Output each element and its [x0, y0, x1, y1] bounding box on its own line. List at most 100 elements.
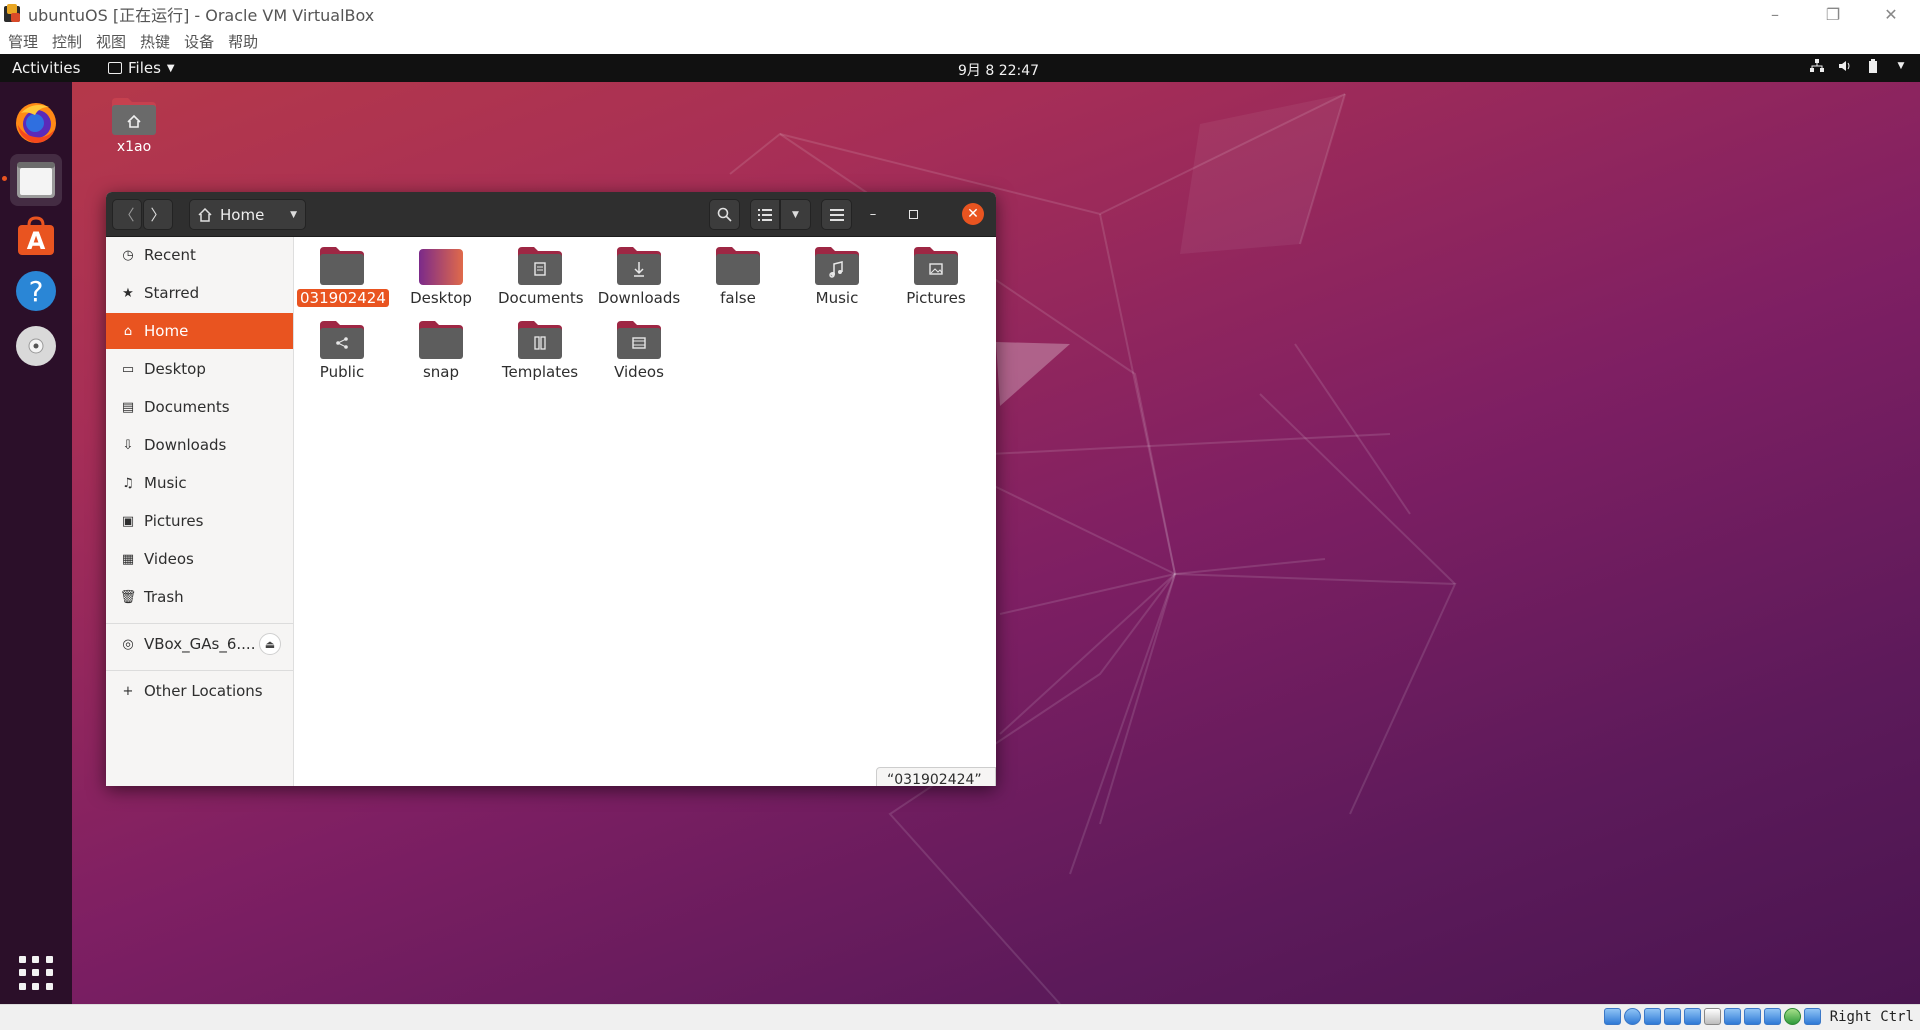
- close-button[interactable]: ✕: [1862, 0, 1920, 28]
- svg-text:A: A: [27, 227, 46, 255]
- sidebar-item-music[interactable]: ♫ Music: [106, 465, 293, 501]
- file-item-snap[interactable]: snap: [396, 319, 486, 381]
- network-adapter-icon[interactable]: [1663, 1008, 1681, 1025]
- sidebar-item-starred[interactable]: ★ Starred: [106, 275, 293, 311]
- file-item-public[interactable]: Public: [297, 319, 387, 381]
- window-minimize-button[interactable]: –: [862, 203, 884, 225]
- menu-manage[interactable]: 管理: [8, 31, 38, 52]
- file-name: Templates: [501, 363, 579, 381]
- window-maximize-button[interactable]: [902, 203, 924, 225]
- folder-icon: [617, 247, 661, 285]
- optical-drive-icon[interactable]: [1623, 1008, 1641, 1025]
- dock-firefox[interactable]: [10, 96, 62, 148]
- guest-additions-icon[interactable]: [1783, 1008, 1801, 1025]
- sidebar-item-videos[interactable]: ▦ Videos: [106, 541, 293, 577]
- file-name: Pictures: [906, 289, 966, 307]
- eject-button[interactable]: ⏏: [259, 633, 281, 655]
- chevron-down-icon: ▼: [166, 62, 175, 74]
- sidebar-item-downloads[interactable]: ⇩ Downloads: [106, 427, 293, 463]
- battery-icon: [1866, 59, 1880, 73]
- dock-files[interactable]: [10, 154, 62, 206]
- file-item-false[interactable]: false: [693, 245, 783, 307]
- menu-view[interactable]: 视图: [96, 31, 126, 52]
- host-key-label: Right Ctrl: [1829, 1008, 1914, 1025]
- app-menu[interactable]: Files ▼: [108, 59, 175, 77]
- clock[interactable]: 9月 8 22:47: [958, 60, 1039, 80]
- file-item-031902424[interactable]: 031902424: [297, 245, 389, 307]
- vbox-titlebar: ubuntuOS [正在运行] - Oracle VM VirtualBox –…: [0, 0, 1920, 28]
- search-icon: [717, 207, 732, 222]
- menu-help[interactable]: 帮助: [228, 31, 258, 52]
- activities-button[interactable]: Activities: [12, 59, 80, 77]
- files-icon: [17, 162, 55, 198]
- mouse-integration-icon[interactable]: [1803, 1008, 1821, 1025]
- firefox-icon: [16, 103, 56, 143]
- vbox-statusbar: Right Ctrl: [0, 1004, 1920, 1030]
- minimize-button[interactable]: –: [1746, 0, 1804, 28]
- sidebar-item-documents[interactable]: ▤ Documents: [106, 389, 293, 425]
- home-icon: [198, 207, 212, 222]
- video-icon: ▦: [121, 551, 135, 567]
- view-list-button[interactable]: [750, 199, 780, 230]
- view-options-button[interactable]: ▼: [780, 199, 811, 230]
- back-button[interactable]: 〈: [112, 199, 142, 230]
- network-icon: [1810, 59, 1824, 73]
- sidebar-item-other-locations[interactable]: + Other Locations: [106, 673, 293, 709]
- virtualization-icon[interactable]: [1763, 1008, 1781, 1025]
- minimize-icon: –: [869, 206, 877, 222]
- dvd-disc-icon: [16, 326, 56, 366]
- search-button[interactable]: [709, 199, 740, 230]
- menu-control[interactable]: 控制: [52, 31, 82, 52]
- sidebar-item-pictures[interactable]: ▣ Pictures: [106, 503, 293, 539]
- forward-button[interactable]: 〉: [143, 199, 173, 230]
- menu-devices[interactable]: 设备: [184, 31, 214, 52]
- file-item-templates[interactable]: Templates: [495, 319, 585, 381]
- file-item-music[interactable]: Music: [792, 245, 882, 307]
- dock-software[interactable]: A: [10, 210, 62, 262]
- file-item-downloads[interactable]: Downloads: [594, 245, 684, 307]
- folder-icon: [518, 247, 562, 285]
- folder-icon: [320, 321, 364, 359]
- music-icon: ♫: [122, 475, 134, 491]
- window-close-button[interactable]: ✕: [962, 203, 984, 225]
- sidebar-item-trash[interactable]: 🗑 Trash: [106, 579, 293, 615]
- hard-disk-icon[interactable]: [1603, 1008, 1621, 1025]
- chevron-left-icon: 〈: [119, 206, 135, 224]
- sidebar-item-device[interactable]: ◎ VBox_GAs_6.... ⏏: [106, 626, 293, 662]
- display-icon[interactable]: [1723, 1008, 1741, 1025]
- usb-icon[interactable]: [1683, 1008, 1701, 1025]
- path-label: Home: [220, 205, 265, 224]
- system-tray[interactable]: ▼: [1810, 59, 1908, 73]
- recording-icon[interactable]: [1743, 1008, 1761, 1025]
- audio-icon[interactable]: [1643, 1008, 1661, 1025]
- trash-icon: 🗑: [119, 589, 137, 605]
- desktop-home-icon[interactable]: x1ao: [106, 96, 162, 155]
- vbox-window-controls: – ❐ ✕: [1746, 0, 1920, 28]
- show-applications-button[interactable]: [19, 956, 53, 990]
- restore-button[interactable]: ❐: [1804, 0, 1862, 28]
- clock-icon: ◷: [122, 247, 134, 263]
- file-item-desktop[interactable]: Desktop: [396, 245, 486, 307]
- folder-icon: [914, 247, 958, 285]
- path-bar-home[interactable]: Home ▼: [189, 199, 306, 230]
- chevron-right-icon: 〉: [150, 206, 166, 224]
- menu-hotkey[interactable]: 热键: [140, 31, 170, 52]
- sidebar-item-label: Downloads: [144, 436, 227, 454]
- sidebar-item-recent[interactable]: ◷ Recent: [106, 237, 293, 273]
- shared-folders-icon[interactable]: [1703, 1008, 1721, 1025]
- sidebar-item-home[interactable]: ⌂ Home: [106, 313, 293, 349]
- sidebar-item-label: Other Locations: [144, 682, 263, 700]
- file-item-pictures[interactable]: Pictures: [891, 245, 981, 307]
- dock-help[interactable]: ?: [10, 265, 62, 317]
- sidebar-item-label: Starred: [144, 284, 200, 302]
- file-item-videos[interactable]: Videos: [594, 319, 684, 381]
- file-name: Videos: [614, 363, 664, 381]
- folder-icon: [518, 321, 562, 359]
- maximize-icon: [908, 209, 918, 219]
- file-item-documents[interactable]: Documents: [495, 245, 585, 307]
- dock-dvd[interactable]: [10, 320, 62, 372]
- sidebar-item-desktop[interactable]: ▭ Desktop: [106, 351, 293, 387]
- hamburger-menu-icon: [829, 208, 844, 221]
- folder-icon: [108, 62, 122, 74]
- main-menu-button[interactable]: [821, 199, 852, 230]
